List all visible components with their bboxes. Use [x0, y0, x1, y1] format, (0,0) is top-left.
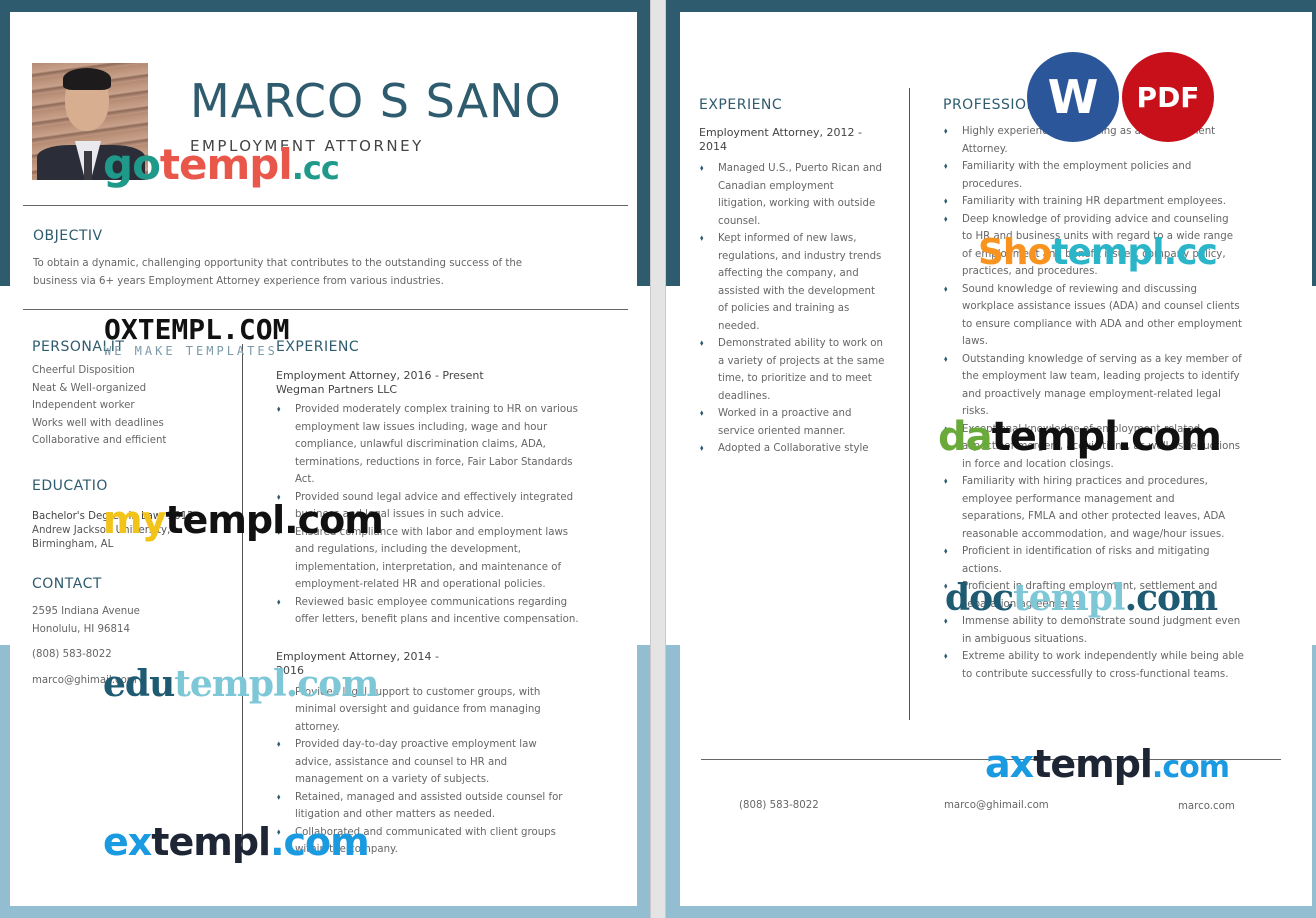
- bullet-item: Familiarity with training HR department …: [943, 193, 1273, 211]
- objective-heading: OBJECTIV: [33, 228, 103, 244]
- watermark-shotempl: Shotempl.cc: [978, 232, 1218, 273]
- personality-list: Cheerful Disposition Neat & Well-organiz…: [32, 362, 232, 450]
- divider: [23, 309, 628, 310]
- list-item: Cheerful Disposition: [32, 365, 135, 376]
- bullet-item: Highly experienced in working as an Empl…: [943, 123, 1273, 158]
- watermark-mytempl: mytempl.com: [103, 498, 384, 542]
- contact-address-line1: 2595 Indiana Avenue: [32, 606, 140, 617]
- footer-email[interactable]: marco@ghimail.com: [944, 797, 1049, 815]
- watermark-axtempl: axtempl.com: [985, 742, 1230, 786]
- column-divider: [909, 88, 910, 720]
- objective-section: OBJECTIV To obtain a dynamic, challengin…: [33, 228, 522, 290]
- bullet-item: Provided day-to-day proactive employment…: [276, 736, 606, 789]
- page-gutter: [650, 0, 666, 918]
- contact-phone: (808) 583-8022: [32, 649, 112, 660]
- candidate-name: MARCO S SANO: [190, 74, 562, 128]
- list-item: Collaborative and efficient: [32, 435, 167, 446]
- contact-address-line2: Honolulu, HI 96814: [32, 623, 130, 635]
- pdf-format-icon[interactable]: PDF: [1122, 52, 1214, 142]
- bullet-item: Extreme ability to work independently wh…: [943, 648, 1273, 683]
- bullet-item: Outstanding knowledge of serving as a ke…: [943, 351, 1273, 421]
- bullet-item: Reviewed basic employee communications r…: [276, 594, 606, 629]
- watermark-oxtempl: OXTEMPL.COM WE MAKE TEMPLATES: [104, 313, 290, 358]
- footer-website[interactable]: marco.com: [1178, 798, 1235, 816]
- list-item: Neat & Well-organized: [32, 382, 147, 394]
- watermark-gotempl: gotempl.cc: [103, 140, 340, 189]
- watermark-extempl: extempl.com: [103, 820, 370, 864]
- bullet-item: Proficient in identification of risks an…: [943, 543, 1273, 578]
- column-divider: [242, 344, 243, 849]
- bullet-item: Worked in a proactive andservice oriente…: [699, 405, 899, 440]
- education-heading: EDUCATIO: [32, 478, 108, 494]
- bullet-item: Retained, managed and assisted outside c…: [276, 789, 606, 824]
- bullet-item: Kept informed of new laws,regulations, a…: [699, 230, 899, 335]
- job-company: Wegman Partners LLC: [276, 383, 398, 396]
- bullet-item: Adopted a Collaborative style: [699, 440, 899, 458]
- watermark-doctempl: doctempl.com: [945, 577, 1218, 619]
- word-format-icon[interactable]: W: [1027, 52, 1119, 142]
- list-item: Independent worker: [32, 400, 135, 411]
- watermark-edutempl: edutempl.com: [103, 663, 379, 705]
- divider: [23, 205, 628, 206]
- list-item: Works well with deadlines: [32, 417, 164, 429]
- bullet-item: Sound knowledge of reviewing and discuss…: [943, 281, 1273, 351]
- job-title: Employment Attorney, 2016 - Present: [276, 369, 484, 382]
- experience-heading: EXPERIENC: [699, 97, 783, 113]
- contact-heading: CONTACT: [32, 576, 102, 592]
- experience-section: EXPERIENC Employment Attorney, 2012 -201…: [699, 97, 899, 458]
- bullet-item: Provided moderately complex training to …: [276, 401, 606, 489]
- watermark-datempl: datempl.com: [938, 414, 1222, 460]
- objective-text: To obtain a dynamic, challenging opportu…: [33, 258, 523, 287]
- experience-section: EXPERIENC Employment Attorney, 2016 - Pr…: [276, 339, 606, 859]
- footer-phone: (808) 583-8022: [739, 800, 819, 811]
- bullet-item: Familiarity with hiring practices and pr…: [943, 473, 1273, 543]
- bullet-item: Demonstrated ability to work ona variety…: [699, 335, 899, 405]
- bullet-item: Familiarity with the employment policies…: [943, 158, 1273, 193]
- job-bullets: Managed U.S., Puerto Rican andCanadian e…: [699, 160, 899, 458]
- job-title: Employment Attorney, 2012 -2014: [699, 126, 862, 153]
- bullet-item: Managed U.S., Puerto Rican andCanadian e…: [699, 160, 899, 230]
- experience-heading: EXPERIENC: [276, 339, 360, 355]
